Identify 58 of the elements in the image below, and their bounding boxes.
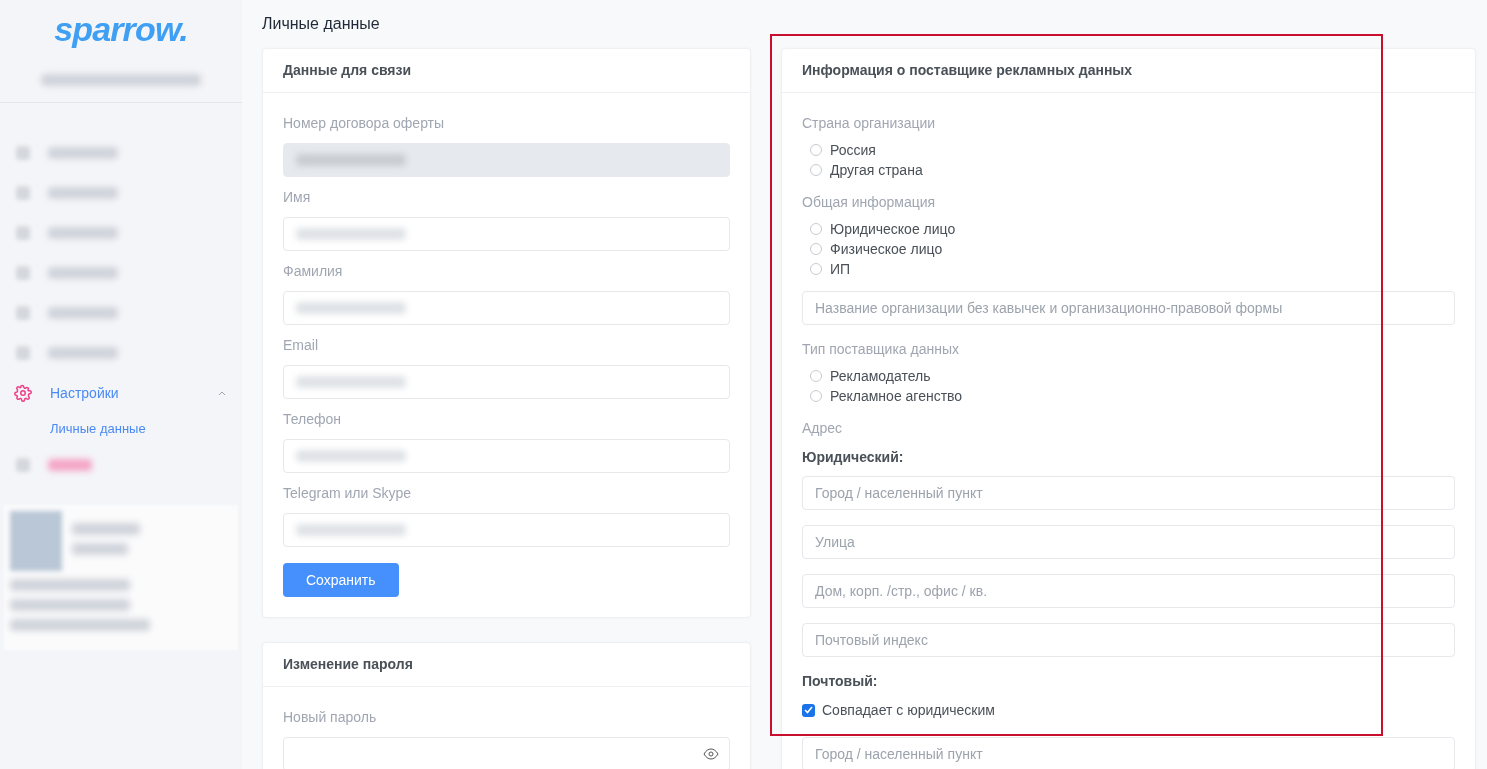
field-label: Номер договора оферты — [283, 114, 446, 133]
field-label: Новый пароль — [283, 708, 378, 727]
radio-option[interactable]: Россия — [802, 140, 1455, 160]
eye-icon — [703, 748, 719, 760]
input-field[interactable]: Дом, корп. /стр., офис / кв. — [802, 574, 1455, 608]
blurred-text — [48, 187, 118, 199]
blurred-text — [72, 522, 140, 535]
field-label: Адрес — [802, 419, 844, 438]
password-field[interactable] — [283, 737, 730, 769]
avatar-placeholder — [10, 510, 62, 571]
blurred-icon — [16, 146, 30, 160]
settings-icon — [14, 384, 32, 402]
blurred-icon — [16, 266, 30, 280]
page-title: Личные данные — [262, 14, 381, 34]
radio-option[interactable]: Рекламодатель — [802, 366, 1455, 386]
radio-option[interactable]: Другая страна — [802, 160, 1455, 180]
field-label: Общая информация — [802, 193, 937, 212]
field-label: Телефон — [283, 410, 343, 429]
checkbox[interactable] — [802, 703, 815, 717]
input-field[interactable] — [283, 513, 730, 547]
blurred-text — [48, 147, 118, 159]
section-subheading: Почтовый: — [802, 672, 879, 691]
blurred-text — [72, 542, 128, 555]
radio-option[interactable]: ИП — [802, 259, 1455, 279]
section-subheading: Юридический: — [802, 448, 905, 467]
field-label: Email — [283, 336, 319, 355]
radio-option[interactable]: Юридическое лицо — [802, 219, 1455, 239]
blurred-text — [48, 347, 118, 359]
card-title: Информация о поставщике рекламных данных — [782, 49, 1475, 93]
field-label: Страна организации — [802, 114, 937, 133]
input-field[interactable] — [283, 217, 730, 251]
blurred-text — [48, 307, 118, 319]
card-title: Изменение пароля — [263, 643, 750, 687]
blurred-icon — [16, 306, 30, 320]
input-field[interactable]: Название организации без кавычек и организационно-правовой формы — [802, 291, 1455, 325]
input-field[interactable]: Город / населенный пункт — [802, 737, 1455, 769]
input-field[interactable] — [283, 291, 730, 325]
blurred-icon — [16, 226, 30, 240]
blurred-text — [48, 458, 92, 471]
blurred-icon — [16, 346, 30, 360]
blurred-icon — [16, 457, 30, 472]
input-field[interactable]: Город / населенный пункт — [802, 476, 1455, 510]
field-label: Telegram или Skype — [283, 484, 413, 503]
chevron-icon — [218, 390, 226, 396]
blurred-icon — [16, 186, 30, 200]
field-label: Тип поставщика данных — [802, 340, 960, 359]
radio-option[interactable]: Рекламное агенство — [802, 386, 1455, 406]
checkbox-option[interactable]: Совпадает с юридическим — [802, 700, 1455, 720]
card-title: Данные для связи — [263, 49, 750, 93]
input-field[interactable]: Улица — [802, 525, 1455, 559]
blurred-text — [48, 227, 118, 239]
input-field[interactable] — [283, 365, 730, 399]
blurred-text — [48, 267, 118, 279]
field-label: Имя — [283, 188, 312, 207]
input-field[interactable]: Почтовый индекс — [802, 623, 1455, 657]
input-field[interactable] — [283, 439, 730, 473]
field-label: Фамилия — [283, 262, 344, 281]
radio-option[interactable]: Физическое лицо — [802, 239, 1455, 259]
